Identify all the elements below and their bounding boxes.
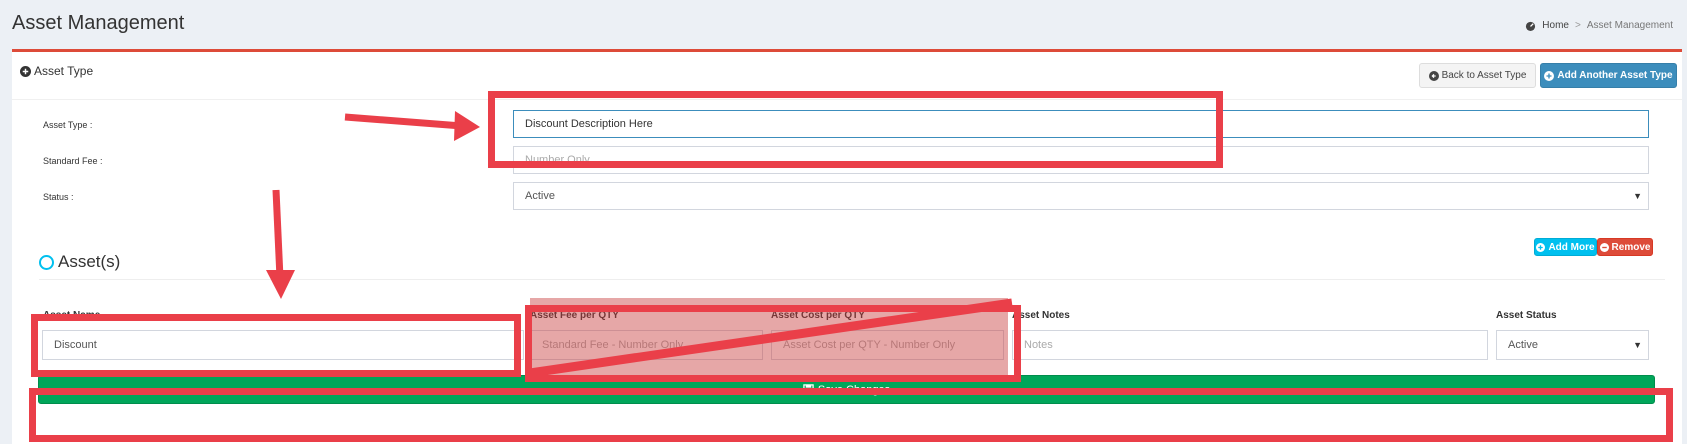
annotation-arrow-right xyxy=(344,113,463,130)
arrow-head-down xyxy=(266,270,295,299)
annotation-layer xyxy=(266,111,1013,378)
strike-line xyxy=(529,298,1013,378)
arrow-head-right xyxy=(454,111,480,141)
annotation-arrow-down xyxy=(272,189,284,279)
